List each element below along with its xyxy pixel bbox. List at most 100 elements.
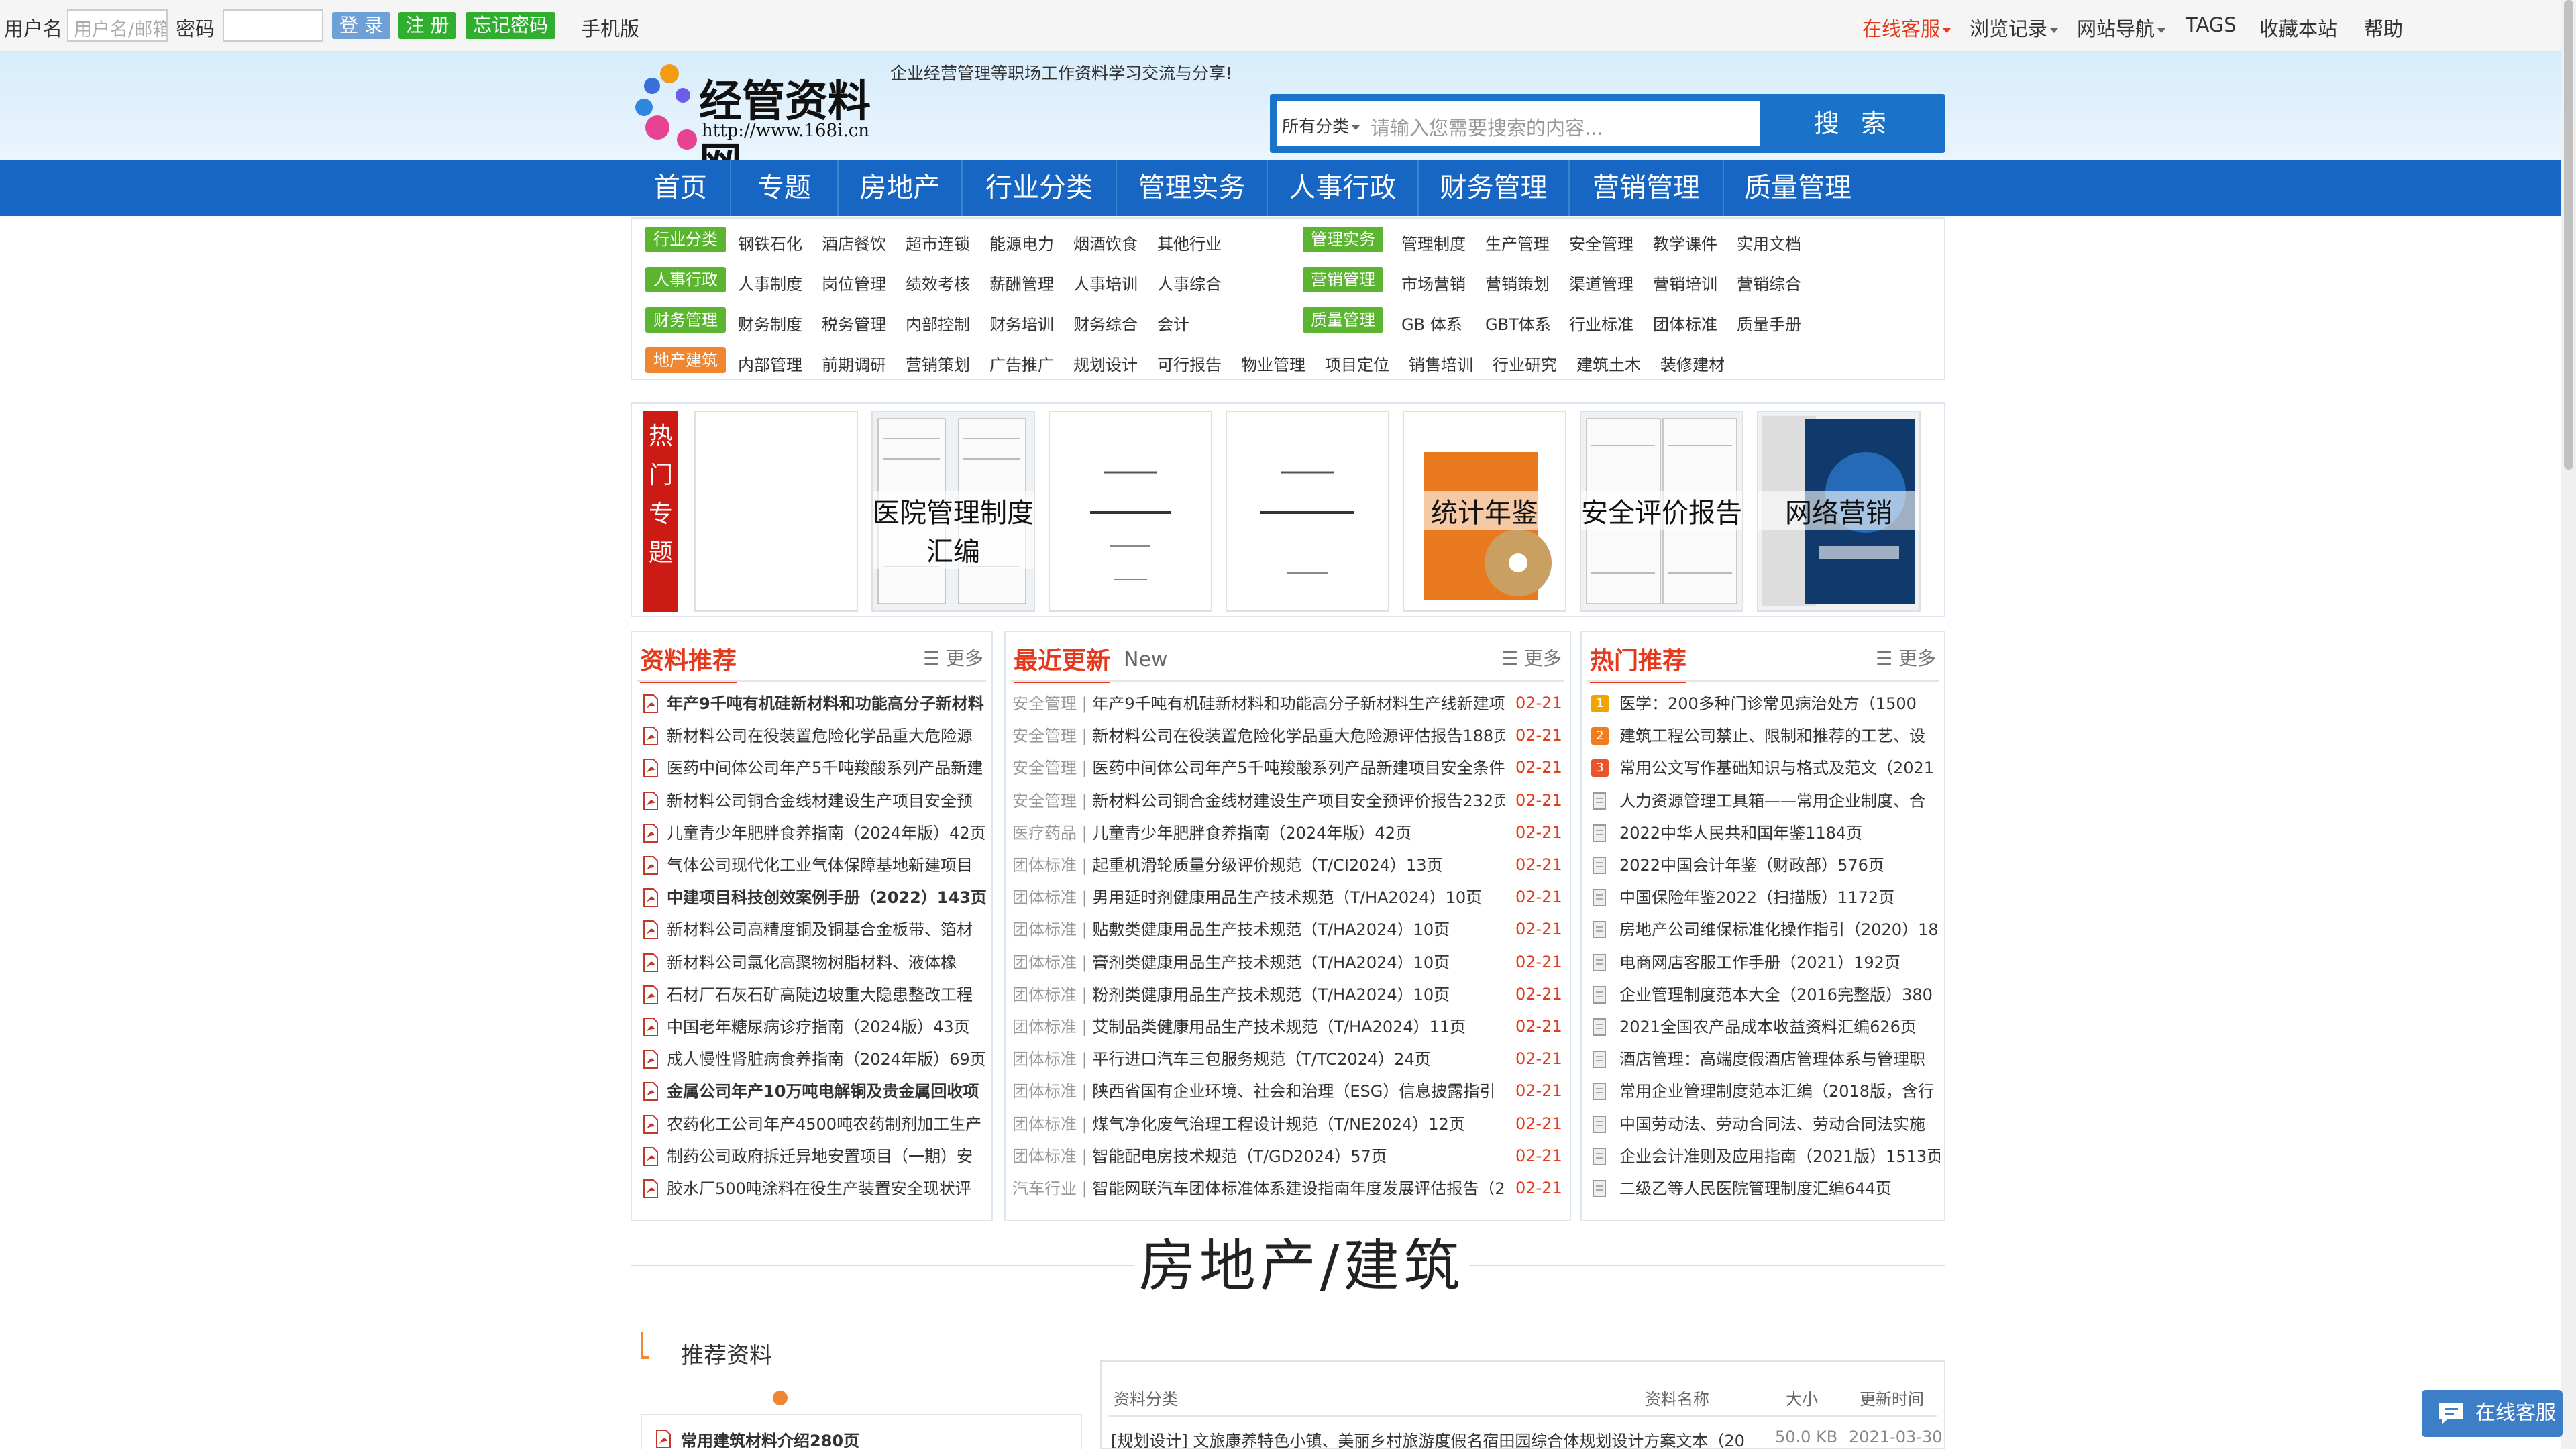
hot-recommend-item[interactable]: 医学：200多种门诊常见病治处方（1500 [1619, 692, 1940, 715]
category-link[interactable]: 能源电力 [989, 231, 1054, 254]
site-logo[interactable]: 经管资料网 http://www.168i.cn [631, 54, 872, 189]
section-list-item[interactable]: 常用建筑材料介绍280页 [641, 1414, 1082, 1450]
search-category-select[interactable]: 所有分类 [1282, 113, 1360, 138]
recommend-item[interactable]: 气体公司现代化工业气体保障基地新建项目 [667, 854, 990, 877]
hot-recommend-item[interactable]: 房地产公司维保标准化操作指引（2020）18 [1619, 918, 1940, 941]
recommend-item[interactable]: 中国老年糖尿病诊疗指南（2024版）43页 [667, 1016, 990, 1038]
nav-home[interactable]: 首页 [631, 160, 731, 216]
recent-item-title[interactable]: 起重机滑轮质量分级评价规范（T/CI2024）13页 [1092, 856, 1442, 875]
category-link[interactable]: 管理制度 [1401, 231, 1466, 254]
hot-thumb[interactable] [694, 411, 858, 612]
category-link[interactable]: 超市连锁 [906, 231, 970, 254]
category-link[interactable]: 实用文档 [1737, 231, 1801, 254]
recommend-item[interactable]: 医药中间体公司年产5千吨羧酸系列产品新建 [667, 757, 990, 780]
recommend-item[interactable]: 成人慢性肾脏病食养指南（2024年版）69页 [667, 1048, 990, 1071]
recent-item[interactable]: 安全管理 | 新材料公司铜合金线材建设生产项目安全预评价报告232页 [1012, 790, 1505, 812]
recommend-item[interactable]: 新材料公司铜合金线材建设生产项目安全预 [667, 790, 990, 812]
recent-item-category[interactable]: 安全管理 [1012, 792, 1077, 810]
category-link[interactable]: 内部控制 [906, 311, 970, 335]
tags-link[interactable]: TAGS [2186, 13, 2237, 36]
hot-recommend-item[interactable]: 2021全国农产品成本收益资料汇编626页 [1619, 1016, 1940, 1038]
category-link[interactable]: 绩效考核 [906, 271, 970, 294]
recommend-item[interactable]: 胶水厂500吨涂料在役生产装置安全现状评 [667, 1177, 990, 1200]
category-link[interactable]: 内部管理 [738, 352, 802, 375]
online-chat-button[interactable]: 在线客服 [2422, 1390, 2563, 1437]
recommend-item[interactable]: 新材料公司氯化高聚物树脂材料、液体橡 [667, 951, 990, 974]
recent-item[interactable]: 团体标准 | 智能配电房技术规范（T/GD2024）57页 [1012, 1145, 1505, 1168]
category-tag[interactable]: 管理实务 [1303, 227, 1383, 252]
category-link[interactable]: 装修建材 [1660, 352, 1725, 375]
hot-recommend-item[interactable]: 中国劳动法、劳动合同法、劳动合同法实施 [1619, 1113, 1940, 1136]
hot-recommend-item[interactable]: 2022中国会计年鉴（财政部）576页 [1619, 854, 1940, 877]
site-nav-menu[interactable]: 网站导航 [2077, 13, 2166, 42]
category-link[interactable]: 前期调研 [822, 352, 886, 375]
recent-item-category[interactable]: 团体标准 [1012, 856, 1077, 875]
recent-item-title[interactable]: 粉剂类健康用品生产技术规范（T/HA2024）10页 [1092, 985, 1450, 1004]
nav-hr[interactable]: 人事行政 [1268, 160, 1419, 216]
recent-item[interactable]: 团体标准 | 艾制品类健康用品生产技术规范（T/HA2024）11页 [1012, 1016, 1505, 1038]
forgot-password-button[interactable]: 忘记密码 [466, 12, 555, 39]
hot-recommend-item[interactable]: 企业管理制度范本大全（2016完整版）380 [1619, 983, 1940, 1006]
hot-thumb[interactable]: 安全评价报告 [1580, 411, 1743, 612]
category-link[interactable]: 教学课件 [1653, 231, 1717, 254]
hot-recommend-item[interactable]: 二级乙等人民医院管理制度汇编644页 [1619, 1177, 1940, 1200]
category-tag[interactable]: 地产建筑 [645, 347, 726, 373]
category-link[interactable]: GB 体系 [1401, 311, 1462, 335]
recent-item-title[interactable]: 新材料公司在役装置危险化学品重大危险源评估报告188页 [1092, 727, 1505, 745]
recent-item-title[interactable]: 贴敷类健康用品生产技术规范（T/HA2024）10页 [1092, 920, 1450, 939]
recent-item-category[interactable]: 汽车行业 [1012, 1179, 1077, 1198]
hot-recommend-item[interactable]: 常用企业管理制度范本汇编（2018版，含行 [1619, 1080, 1940, 1103]
recent-item-title[interactable]: 膏剂类健康用品生产技术规范（T/HA2024）10页 [1092, 953, 1450, 972]
recent-item-category[interactable]: 团体标准 [1012, 1018, 1077, 1036]
mobile-link[interactable]: 手机版 [581, 13, 639, 42]
hot-recommend-item[interactable]: 常用公文写作基础知识与格式及范文（2021 [1619, 757, 1940, 780]
recent-item-category[interactable]: 团体标准 [1012, 920, 1077, 939]
recent-item[interactable]: 安全管理 | 年产9千吨有机硅新材料和功能高分子新材料生产线新建项 [1012, 692, 1505, 715]
recent-item-category[interactable]: 团体标准 [1012, 888, 1077, 907]
category-link[interactable]: 税务管理 [822, 311, 886, 335]
nav-management[interactable]: 管理实务 [1117, 160, 1268, 216]
username-input[interactable]: 用户名/邮箱 [67, 9, 168, 42]
category-link[interactable]: 项目定位 [1325, 352, 1389, 375]
category-link[interactable]: 行业标准 [1569, 311, 1633, 335]
category-link[interactable]: 质量手册 [1737, 311, 1801, 335]
recent-item-category[interactable]: 团体标准 [1012, 1147, 1077, 1166]
category-link[interactable]: 物业管理 [1241, 352, 1305, 375]
recent-item-category[interactable]: 团体标准 [1012, 1115, 1077, 1134]
online-service-menu[interactable]: 在线客服 [1862, 13, 1951, 42]
recent-item-title[interactable]: 年产9千吨有机硅新材料和功能高分子新材料生产线新建项 [1092, 694, 1505, 713]
recent-item-title[interactable]: 煤气净化废气治理工程设计规范（T/NE2024）12页 [1092, 1115, 1464, 1134]
recent-item[interactable]: 团体标准 | 起重机滑轮质量分级评价规范（T/CI2024）13页 [1012, 854, 1505, 877]
login-button[interactable]: 登 录 [332, 12, 390, 39]
category-link[interactable]: 岗位管理 [822, 271, 886, 294]
category-link[interactable]: 广告推广 [989, 352, 1054, 375]
hot-recommend-item[interactable]: 酒店管理：高端度假酒店管理体系与管理职 [1619, 1048, 1940, 1071]
search-button[interactable]: 搜 索 [1786, 103, 1921, 144]
category-link[interactable]: 其他行业 [1157, 231, 1222, 254]
category-link[interactable]: 人事培训 [1073, 271, 1138, 294]
recommend-item[interactable]: 石材厂石灰石矿高陡边坡重大隐患整改工程 [667, 983, 990, 1006]
category-link[interactable]: 销售培训 [1409, 352, 1473, 375]
recent-item-title[interactable]: 智能配电房技术规范（T/GD2024）57页 [1092, 1147, 1387, 1166]
category-link[interactable]: 可行报告 [1157, 352, 1222, 375]
carousel-dot[interactable] [773, 1391, 788, 1405]
help-link[interactable]: 帮助 [2364, 13, 2403, 42]
scrollbar-thumb[interactable] [2564, 0, 2573, 470]
recent-item[interactable]: 团体标准 | 贴敷类健康用品生产技术规范（T/HA2024）10页 [1012, 918, 1505, 941]
recent-item-category[interactable]: 团体标准 [1012, 1082, 1077, 1101]
recommend-item[interactable]: 新材料公司高精度铜及铜基合金板带、箔材 [667, 918, 990, 941]
recommend-item[interactable]: 金属公司年产10万吨电解铜及贵金属回收项 [667, 1080, 990, 1103]
category-link[interactable]: 财务培训 [989, 311, 1054, 335]
hot-thumb[interactable] [1049, 411, 1212, 612]
nav-topics[interactable]: 专题 [731, 160, 839, 216]
category-link[interactable]: 钢铁石化 [738, 231, 802, 254]
recent-item[interactable]: 团体标准 | 粉剂类健康用品生产技术规范（T/HA2024）10页 [1012, 983, 1505, 1006]
recent-item[interactable]: 安全管理 | 新材料公司在役装置危险化学品重大危险源评估报告188页 [1012, 724, 1505, 747]
recommend-item[interactable]: 儿童青少年肥胖食养指南（2024年版）42页 [667, 822, 990, 845]
recent-item-title[interactable]: 智能网联汽车团体标准体系建设指南年度发展评估报告（20 [1092, 1179, 1505, 1198]
hot-recommend-item[interactable]: 人力资源管理工具箱——常用企业制度、合 [1619, 790, 1940, 812]
recent-item-title[interactable]: 医药中间体公司年产5千吨羧酸系列产品新建项目安全条件 [1092, 759, 1505, 777]
recent-item[interactable]: 团体标准 | 平行进口汽车三包服务规范（T/TC2024）24页 [1012, 1048, 1505, 1071]
category-link[interactable]: GBT体系 [1485, 311, 1551, 335]
recommend-item[interactable]: 中建项目科技创效案例手册（2022）143页 [667, 886, 990, 909]
